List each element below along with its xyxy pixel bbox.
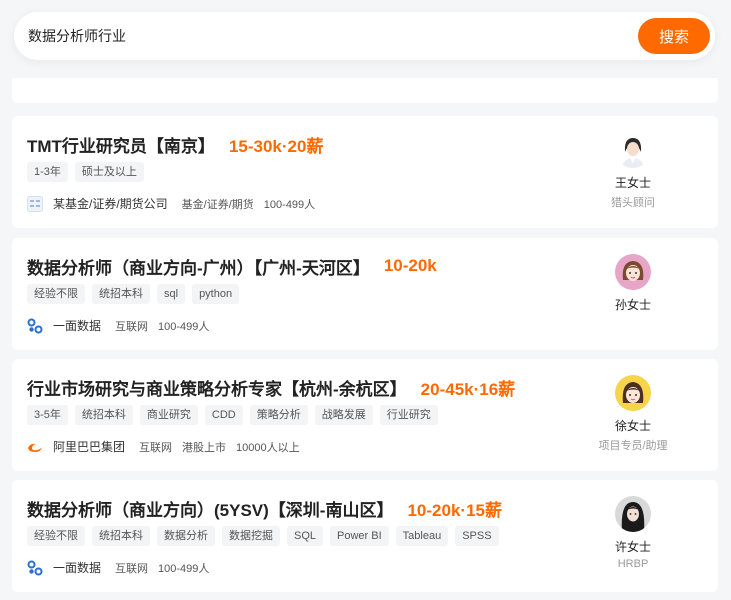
job-card[interactable]: TMT行业研究员【南京】 15-30k·20薪 1-3年 硕士及以上 某基金/证… (12, 116, 718, 228)
company-size: 10000人以上 (236, 441, 300, 454)
alibaba-logo-icon (27, 439, 43, 455)
company-name[interactable]: 阿里巴巴集团 (53, 438, 125, 455)
job-tags: 经验不限 统招本科 数据分析 数据挖掘 SQL Power BI Tableau… (27, 526, 499, 546)
company-row: 一面数据 互联网 100-499人 (27, 559, 219, 576)
job-tag: sql (157, 284, 186, 304)
recruiter[interactable]: 徐女士 项目专员/助理 (588, 375, 678, 453)
job-tags: 经验不限 统招本科 sql python (27, 284, 240, 304)
recruiter-name: 许女士 (614, 540, 651, 554)
recruiter[interactable]: 许女士 HRBP (588, 496, 678, 570)
job-tag: 统招本科 (74, 405, 133, 425)
job-title-row: TMT行业研究员【南京】 15-30k·20薪 (27, 132, 324, 157)
job-tag: CDD (204, 405, 243, 425)
job-tag: SPSS (455, 526, 499, 546)
recruiter-name: 徐女士 (614, 419, 651, 433)
recruiter[interactable]: 王女士 猎头顾问 (588, 132, 678, 210)
company-industry: 互联网 (139, 441, 173, 454)
job-tag: python (192, 284, 240, 304)
recruiter-avatar-icon (615, 254, 651, 290)
job-tag: 策略分析 (249, 405, 308, 425)
company-size: 100-499人 (158, 320, 210, 333)
job-tag: Power BI (330, 526, 389, 546)
job-tags: 3-5年 统招本科 商业研究 CDD 策略分析 战略发展 行业研究 (27, 405, 438, 425)
job-tag: 行业研究 (379, 405, 438, 425)
recruiter-name: 孙女士 (614, 298, 651, 312)
job-card[interactable]: 数据分析师（商业方向-广州）【广州-天河区】 10-20k 经验不限 统招本科 … (12, 238, 718, 350)
job-title[interactable]: 数据分析师（商业方向）(5YSV)【深圳-南山区】 (27, 496, 393, 521)
job-salary: 10-20k (383, 256, 437, 275)
search-button[interactable]: 搜索 (638, 18, 710, 54)
job-title[interactable]: 数据分析师（商业方向-广州）【广州-天河区】 (27, 254, 370, 279)
company-row: 一面数据 互联网 100-499人 (27, 317, 219, 334)
company-name[interactable]: 一面数据 (53, 559, 101, 576)
company-name[interactable]: 一面数据 (53, 317, 101, 334)
job-title-row: 数据分析师（商业方向-广州）【广州-天河区】 10-20k (27, 254, 437, 279)
company-name[interactable]: 某基金/证券/期货公司 (53, 195, 168, 212)
job-tag: 数据挖掘 (222, 526, 280, 546)
company-financing: 港股上市 (182, 441, 227, 454)
previous-card-stub (12, 78, 718, 103)
job-card[interactable]: 行业市场研究与商业策略分析专家【杭州-余杭区】 20-45k·16薪 3-5年 … (12, 359, 718, 471)
recruiter-role: 猎头顾问 (611, 197, 655, 209)
job-title-row: 行业市场研究与商业策略分析专家【杭州-余杭区】 20-45k·16薪 (27, 375, 516, 400)
search-input[interactable] (28, 22, 628, 50)
job-tag: 硕士及以上 (74, 162, 144, 182)
yimian-logo-icon (27, 318, 43, 334)
job-tag: 商业研究 (139, 405, 198, 425)
job-salary: 15-30k·20薪 (228, 136, 324, 156)
fund-company-logo-icon (27, 195, 43, 212)
job-tag: 统招本科 (92, 526, 150, 546)
job-title[interactable]: TMT行业研究员【南京】 (27, 132, 215, 157)
job-tag: 1-3年 (27, 162, 68, 182)
job-tag: 3-5年 (27, 405, 68, 425)
job-tag: 数据分析 (157, 526, 215, 546)
job-tag: 战略发展 (314, 405, 373, 425)
job-tag: 经验不限 (27, 526, 85, 546)
job-salary: 20-45k·16薪 (420, 379, 516, 399)
company-industry: 互联网 (115, 320, 149, 333)
recruiter[interactable]: 孙女士 (588, 254, 678, 316)
job-tag: Tableau (395, 526, 449, 546)
job-tag: 经验不限 (27, 284, 85, 304)
job-tag: SQL (287, 526, 324, 546)
company-size: 100-499人 (263, 198, 316, 211)
recruiter-name: 王女士 (614, 176, 651, 190)
recruiter-avatar-icon (615, 132, 651, 168)
search-bar: 搜索 (14, 12, 715, 60)
company-industry: 基金/证券/期货 (181, 198, 254, 211)
company-row: 某基金/证券/期货公司 基金/证券/期货 100-499人 (27, 195, 325, 212)
job-results-list: TMT行业研究员【南京】 15-30k·20薪 1-3年 硕士及以上 某基金/证… (12, 78, 718, 600)
recruiter-role: HRBP (617, 558, 649, 570)
recruiter-avatar-icon (615, 496, 651, 532)
job-salary: 10-20k·15薪 (407, 500, 502, 520)
job-tag: 统招本科 (92, 284, 150, 304)
company-industry: 互联网 (115, 562, 149, 575)
company-size: 100-499人 (158, 562, 210, 575)
company-row: 阿里巴巴集团 互联网 港股上市 10000人以上 (27, 438, 310, 455)
job-tags: 1-3年 硕士及以上 (27, 162, 144, 182)
search-header: 搜索 (0, 0, 731, 78)
job-title-row: 数据分析师（商业方向）(5YSV)【深圳-南山区】 10-20k·15薪 (27, 496, 502, 521)
job-title[interactable]: 行业市场研究与商业策略分析专家【杭州-余杭区】 (27, 375, 407, 400)
recruiter-role: 项目专员/助理 (598, 440, 668, 452)
yimian-logo-icon (27, 560, 43, 576)
recruiter-avatar-icon (615, 375, 651, 411)
job-card[interactable]: 数据分析师（商业方向）(5YSV)【深圳-南山区】 10-20k·15薪 经验不… (12, 480, 718, 592)
